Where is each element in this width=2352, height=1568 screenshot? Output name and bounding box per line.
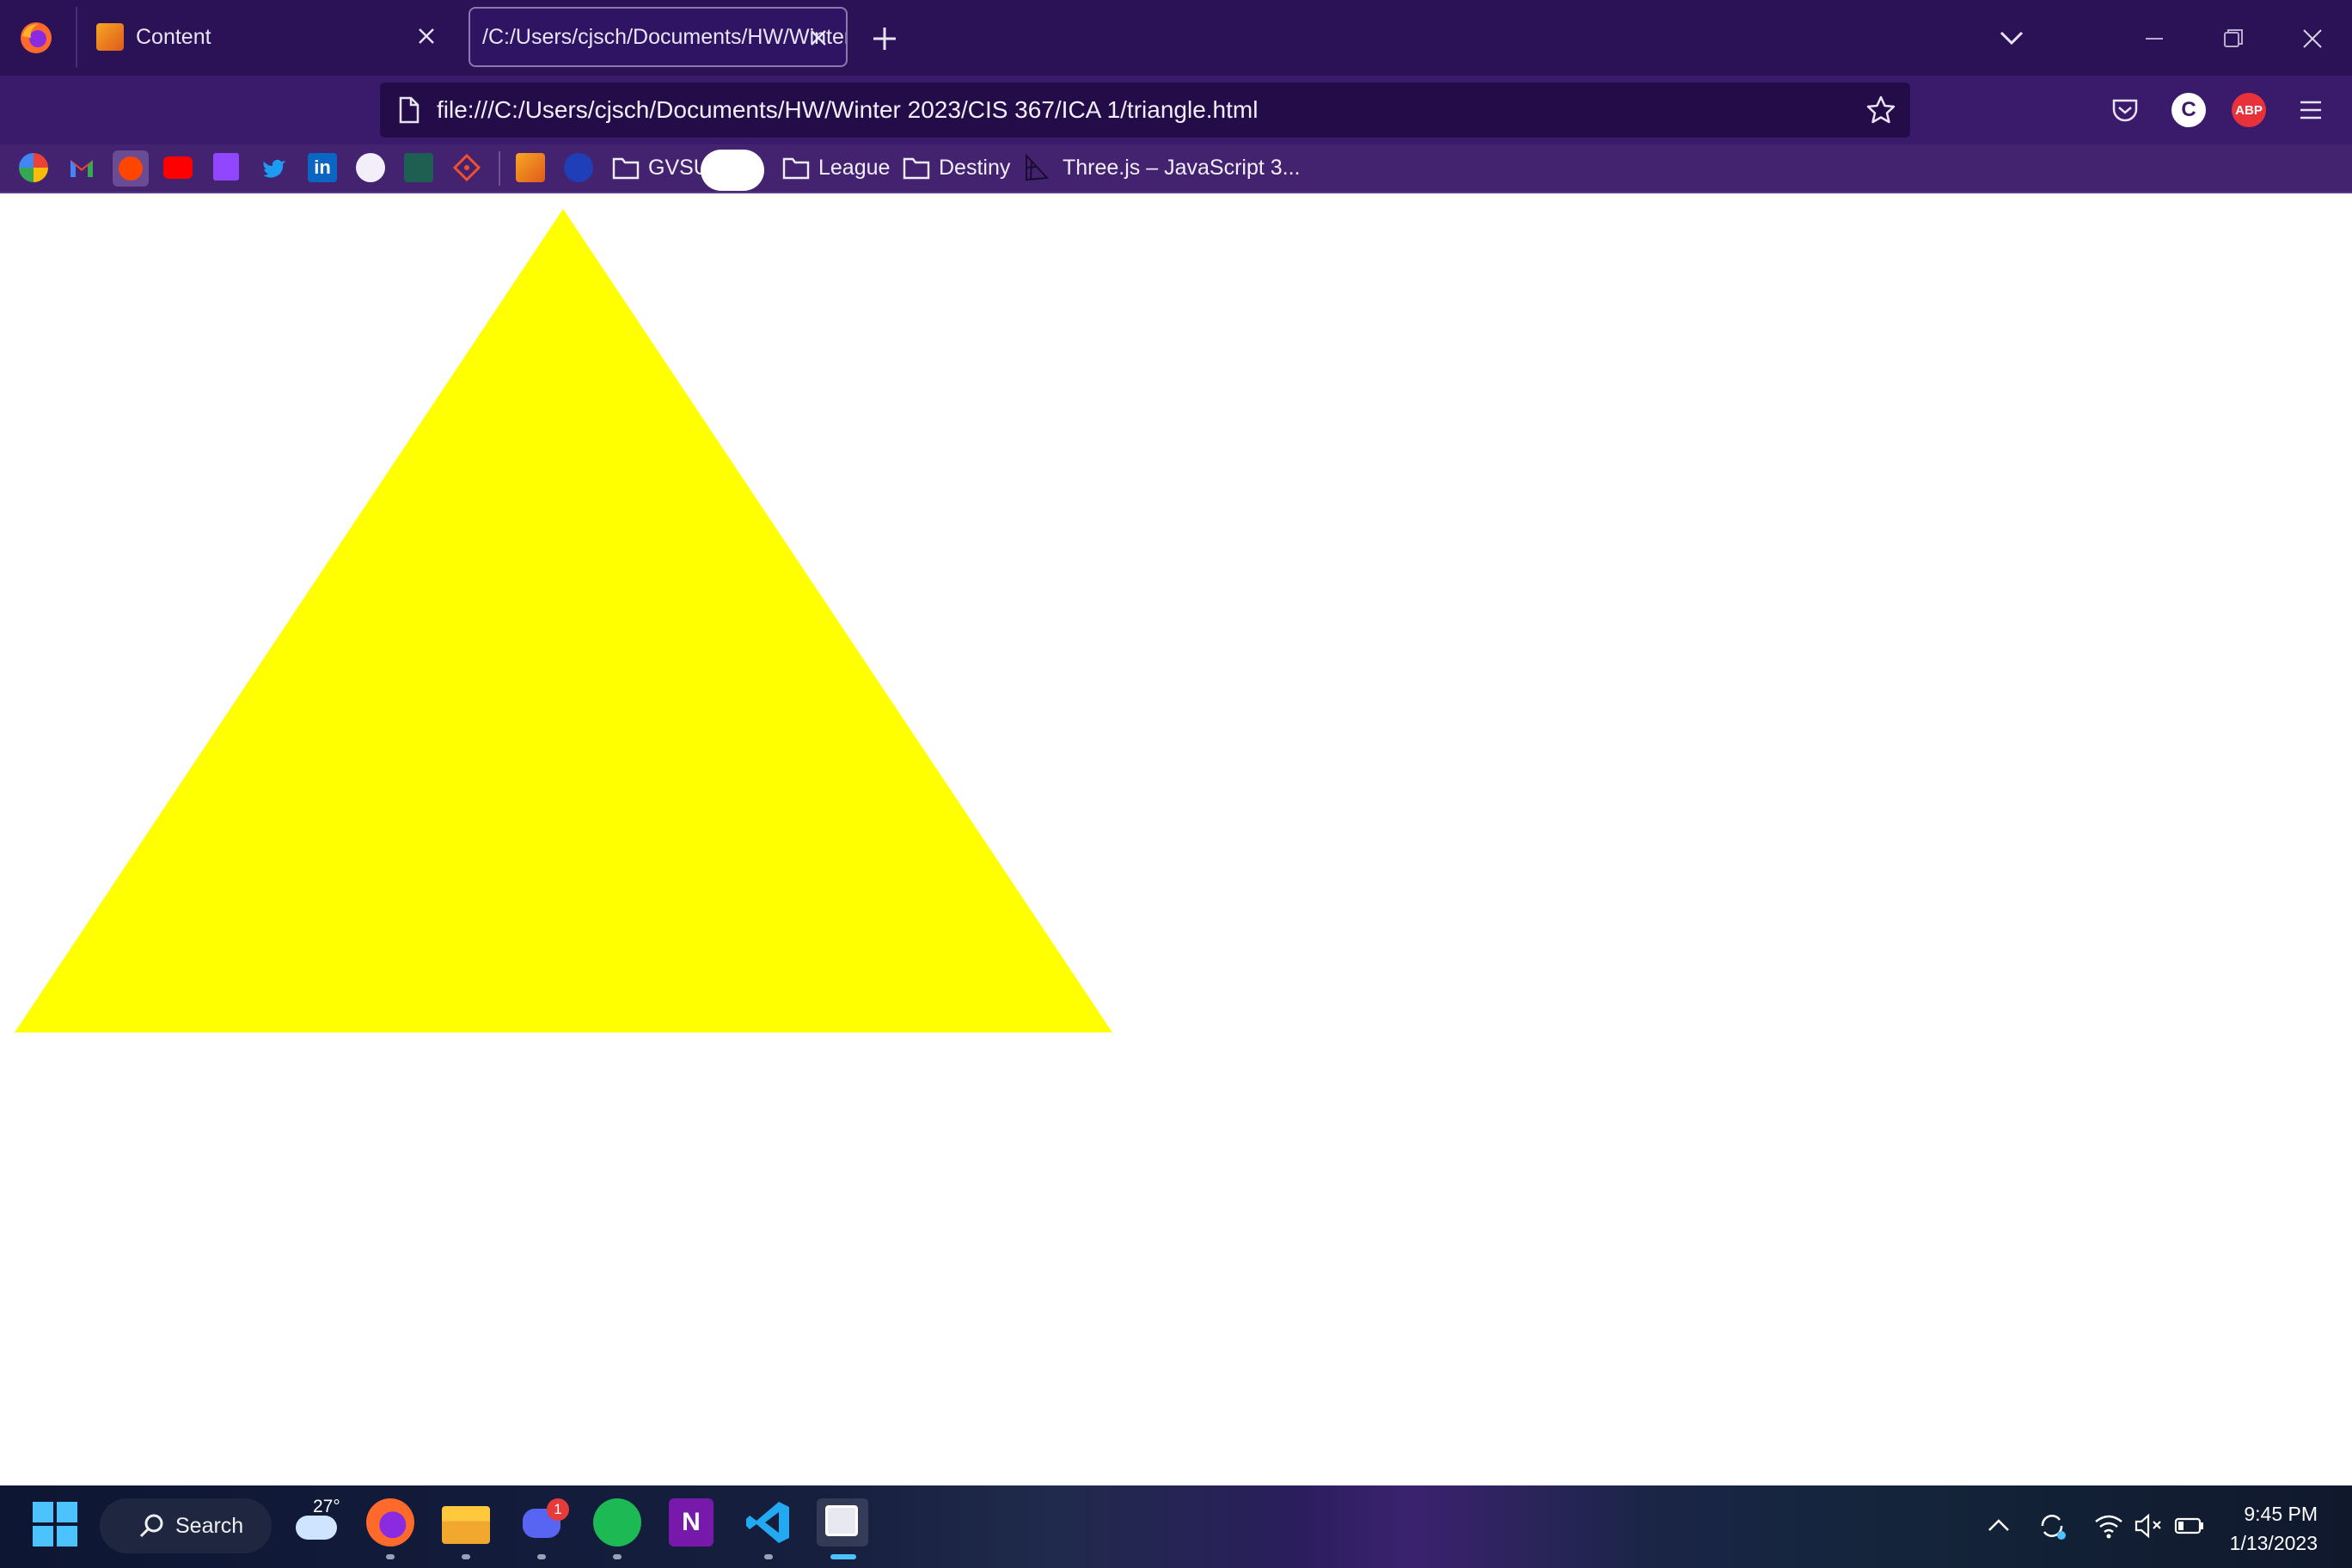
spotify-icon[interactable] (593, 1498, 641, 1547)
menu-icon[interactable] (2294, 93, 2328, 127)
bookmark-threejs[interactable]: Three.js – JavaScript 3... (1023, 150, 1301, 186)
folder-icon (903, 157, 930, 180)
chevron-down-icon[interactable] (1994, 24, 2029, 52)
vscode-icon[interactable] (744, 1498, 793, 1547)
url-text[interactable]: file:///C:/Users/cjsch/Documents/HW/Wint… (437, 96, 1258, 124)
bookmarks-toolbar: in GVSU League Destiny Three.js – JavaSc… (0, 144, 2352, 193)
tab-bar: Content /C:/Users/cjsch/Documents/HW/Win… (0, 0, 2352, 76)
search-icon (139, 1514, 163, 1538)
search-label: Search (175, 1513, 244, 1538)
canvas (15, 209, 1112, 1032)
snipping-tool-icon[interactable] (817, 1498, 868, 1547)
notes-icon[interactable] (516, 153, 545, 182)
folder-icon (612, 157, 640, 180)
onenote-icon[interactable]: N (669, 1498, 714, 1547)
notes-favicon-icon (96, 23, 124, 51)
bookmarks-separator (499, 151, 500, 186)
running-indicator (462, 1554, 470, 1559)
running-indicator (613, 1554, 622, 1559)
chevron-up-icon[interactable] (1982, 1510, 2015, 1542)
close-window-icon[interactable] (2295, 21, 2330, 56)
tab-title: /C:/Users/cjsch/Documents/HW/Winter 2023… (482, 24, 846, 49)
clock-time: 9:45 PM (2244, 1503, 2318, 1525)
navigation-bar: file:///C:/Users/cjsch/Documents/HW/Wint… (0, 76, 2352, 198)
bookmark-folder-destiny[interactable]: Destiny (903, 150, 1010, 186)
page-content (0, 193, 2352, 1485)
volume-muted-icon[interactable] (2132, 1510, 2165, 1542)
restore-icon[interactable] (2216, 21, 2251, 56)
linkedin-icon[interactable]: in (308, 153, 337, 182)
yellow-triangle (15, 209, 1112, 1032)
bookmark-label: Three.js – JavaScript 3... (1063, 155, 1301, 180)
tab-content[interactable]: Content (76, 7, 456, 67)
pocket-icon[interactable] (2108, 93, 2142, 127)
bookmark-star-icon[interactable] (1864, 93, 1898, 127)
close-tab-icon[interactable] (414, 24, 438, 48)
github-icon[interactable] (356, 153, 385, 182)
running-indicator (764, 1554, 773, 1559)
wifi-icon[interactable] (2092, 1510, 2125, 1542)
reddit-icon[interactable] (113, 150, 149, 187)
minimize-icon[interactable] (2137, 21, 2171, 56)
running-indicator (386, 1554, 395, 1559)
gmail-icon[interactable] (67, 153, 96, 182)
stock-icon[interactable] (404, 153, 433, 182)
address-bar[interactable]: file:///C:/Users/cjsch/Documents/HW/Wint… (380, 83, 1910, 138)
new-tab-icon[interactable] (868, 22, 901, 55)
file-explorer-icon[interactable] (442, 1506, 490, 1544)
browser-window: Content /C:/Users/cjsch/Documents/HW/Win… (0, 0, 2352, 198)
adblock-plus-icon[interactable]: ABP (2232, 93, 2266, 127)
folder-label: Destiny (939, 155, 1011, 180)
twitch-icon[interactable] (213, 153, 239, 181)
weather-temp: 27° (313, 1497, 340, 1516)
tab-title: Content (136, 24, 211, 49)
bookmark-folder-league[interactable]: League (782, 150, 890, 186)
folder-label: League (818, 155, 891, 180)
twitter-icon[interactable] (260, 153, 289, 182)
tab-triangle[interactable]: /C:/Users/cjsch/Documents/HW/Winter 2023… (469, 7, 848, 67)
taskbar-search[interactable]: Search (100, 1498, 272, 1553)
bookmark-folder-gvsu[interactable]: GVSU (612, 150, 709, 186)
globe-icon[interactable] (564, 153, 593, 182)
folder-icon (782, 157, 810, 180)
discord-icon[interactable]: 1 (518, 1498, 569, 1547)
discord-badge: 1 (547, 1498, 569, 1521)
youtube-icon[interactable] (163, 156, 193, 179)
c-extension-icon[interactable]: C (2171, 93, 2206, 127)
weather-icon[interactable]: 27° (292, 1497, 340, 1547)
adblock-label: ABP (2235, 102, 2263, 118)
running-indicator (537, 1554, 546, 1559)
threejs-icon (1026, 154, 1050, 181)
page-icon (399, 96, 420, 124)
redacted-blob (701, 150, 764, 191)
sync-icon[interactable] (2036, 1510, 2068, 1542)
firefox-menu-icon[interactable] (17, 19, 55, 57)
close-tab-icon[interactable] (806, 26, 830, 50)
onenote-letter: N (682, 1508, 701, 1536)
git-icon[interactable] (452, 153, 481, 182)
clock-date: 1/13/2023 (2229, 1532, 2318, 1554)
active-indicator (830, 1554, 856, 1559)
c-extension-label: C (2181, 98, 2196, 121)
windows-start-icon[interactable] (33, 1502, 77, 1547)
taskbar-clock[interactable]: 9:45 PM 1/13/2023 (2180, 1499, 2318, 1558)
firefox-taskbar-icon[interactable] (366, 1498, 414, 1547)
google-icon[interactable] (19, 153, 48, 182)
